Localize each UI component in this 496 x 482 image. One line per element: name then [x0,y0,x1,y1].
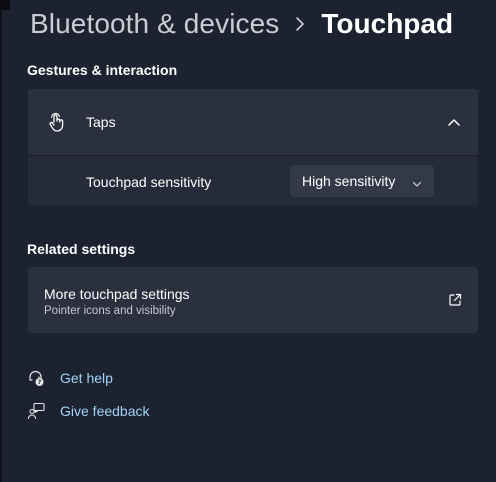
taps-card: Taps Touchpad sensitivity High sensitivi… [28,89,478,206]
dropdown-selected-value: High sensitivity [302,173,396,189]
external-link-icon [448,293,462,307]
tap-hand-icon [46,111,68,133]
divider [28,155,478,156]
more-touchpad-settings-card[interactable]: More touchpad settings Pointer icons and… [28,267,478,333]
window-edge [0,0,2,482]
feedback-icon [27,402,45,420]
svg-text:?: ? [38,379,42,386]
chevron-up-icon[interactable] [444,112,464,132]
page-title: Touchpad [321,8,454,39]
chevron-down-icon [412,176,422,187]
section-title-related: Related settings [27,241,136,257]
chevron-right-icon [295,16,305,32]
taps-header[interactable]: Taps [28,89,478,155]
window-corner [0,0,10,10]
section-title-gestures: Gestures & interaction [27,62,178,78]
breadcrumb: Bluetooth & devices Touchpad [30,4,453,44]
touchpad-sensitivity-dropdown[interactable]: High sensitivity [290,165,434,197]
give-feedback-label: Give feedback [60,403,150,419]
get-help-label: Get help [60,370,113,386]
help-icon: ? [27,369,45,387]
touchpad-sensitivity-label: Touchpad sensitivity [86,174,212,190]
taps-label: Taps [86,114,116,130]
give-feedback-link[interactable]: Give feedback [27,400,150,422]
more-touchpad-settings-title: More touchpad settings [44,286,190,302]
more-touchpad-settings-subtitle: Pointer icons and visibility [44,305,176,317]
get-help-link[interactable]: ? Get help [27,367,113,389]
breadcrumb-parent[interactable]: Bluetooth & devices [30,8,279,40]
